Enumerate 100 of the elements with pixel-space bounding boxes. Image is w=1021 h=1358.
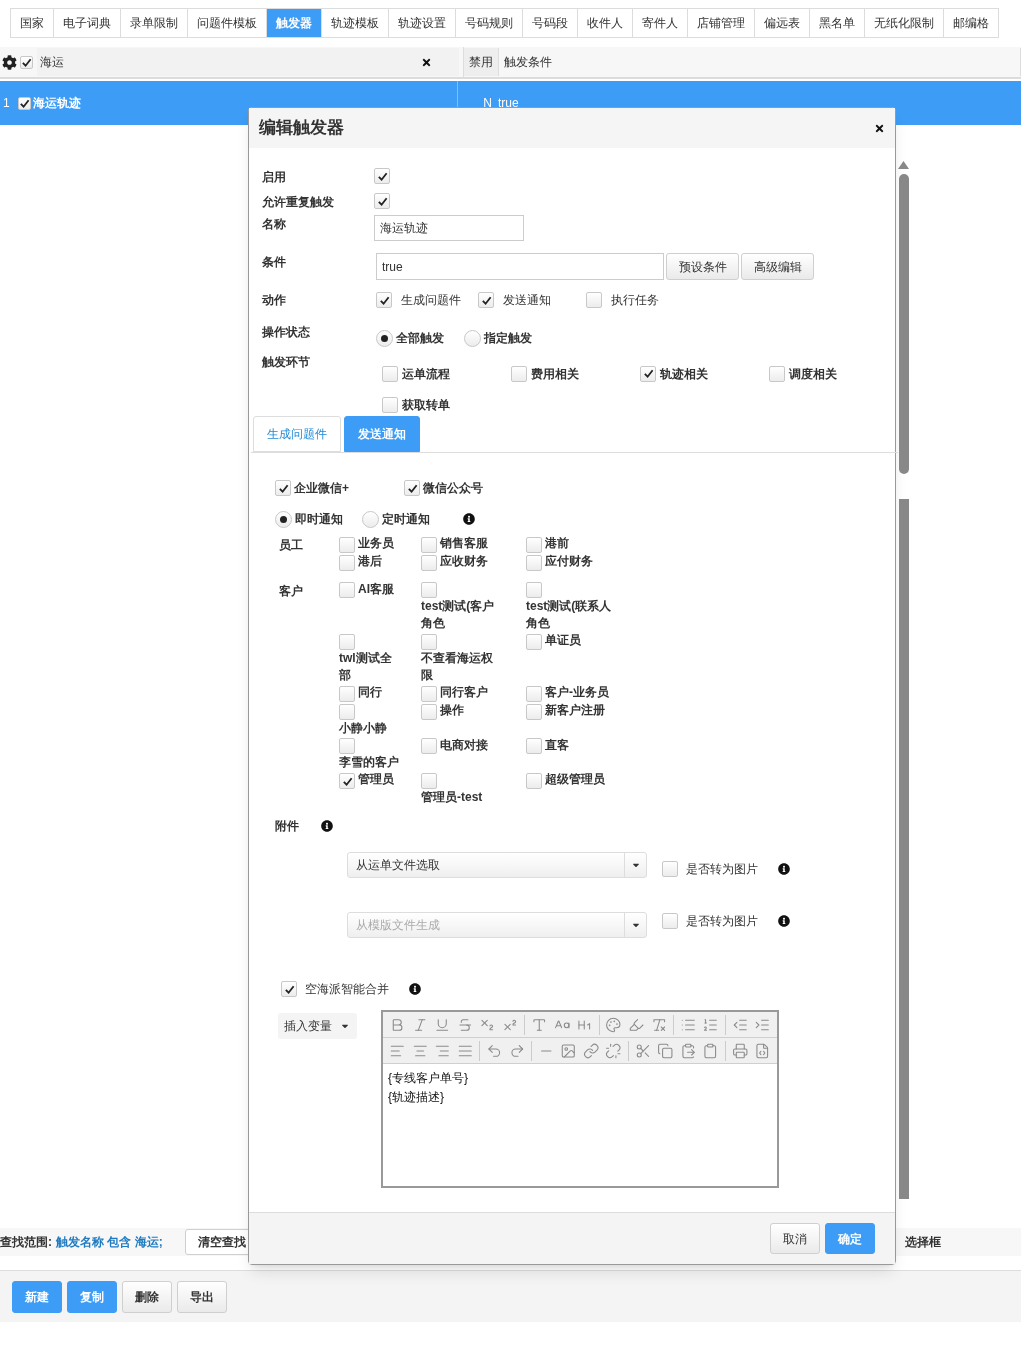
clear-icon[interactable]	[421, 56, 432, 68]
numbered-list-icon[interactable]	[702, 1016, 719, 1033]
checkbox[interactable]	[511, 365, 527, 382]
button[interactable]: 预设条件	[666, 253, 739, 280]
checkbox[interactable]	[382, 397, 398, 414]
scroll-up-icon[interactable]	[898, 160, 909, 169]
checkbox[interactable]	[421, 634, 437, 651]
tab[interactable]: 寄件人	[633, 8, 688, 38]
link-icon[interactable]	[582, 1042, 600, 1059]
checkbox[interactable]	[662, 913, 678, 930]
clear-format-icon[interactable]	[650, 1016, 668, 1033]
image-icon[interactable]	[560, 1042, 577, 1059]
checkbox[interactable]	[526, 582, 542, 599]
checkbox[interactable]	[526, 703, 542, 720]
column-header[interactable]: 禁用	[464, 48, 499, 76]
rich-text-editor[interactable]: {专线客户单号} {轨迹描述}	[381, 1010, 779, 1189]
checkbox[interactable]	[339, 703, 355, 720]
tab[interactable]: 国家	[10, 8, 54, 38]
checkbox[interactable]	[339, 738, 355, 755]
button[interactable]: 删除	[122, 1280, 172, 1313]
tab[interactable]: 无纸化限制	[865, 8, 944, 38]
redo-icon[interactable]	[508, 1042, 525, 1059]
tab[interactable]: 录单限制	[121, 8, 188, 38]
insert-variable-button[interactable]: 插入变量	[278, 1013, 357, 1040]
checkbox[interactable]	[20, 56, 33, 70]
checkbox[interactable]	[421, 703, 437, 720]
strikethrough-icon[interactable]	[456, 1016, 474, 1033]
print-icon[interactable]	[731, 1042, 749, 1059]
checkbox[interactable]	[339, 582, 355, 599]
tab[interactable]: 问题件模板	[188, 8, 267, 38]
font-family-icon[interactable]	[531, 1016, 548, 1033]
radio-button[interactable]	[376, 329, 393, 347]
button[interactable]: 取消	[770, 1223, 820, 1254]
checkbox[interactable]	[526, 634, 542, 651]
button[interactable]: 高级编辑	[741, 253, 814, 280]
checkbox[interactable]	[404, 480, 420, 496]
radio-button[interactable]	[464, 329, 481, 347]
filter-field[interactable]: 海运	[37, 48, 459, 76]
checkbox[interactable]	[339, 685, 355, 702]
radio-label: 定时通知	[382, 511, 430, 528]
checkbox-label: 空海派智能合并	[305, 981, 389, 999]
checkbox[interactable]	[421, 773, 437, 790]
radio-button[interactable]	[275, 510, 292, 528]
close-icon[interactable]	[874, 122, 885, 134]
checkbox[interactable]	[339, 773, 355, 790]
radio-button[interactable]	[362, 510, 379, 528]
checkbox[interactable]	[526, 554, 542, 571]
column-header[interactable]: 触发条件	[499, 48, 1021, 76]
checkbox[interactable]	[339, 634, 355, 651]
paste-icon[interactable]	[679, 1042, 697, 1059]
checkbox[interactable]	[421, 582, 437, 599]
dropdown[interactable]: 从运单文件选取	[347, 852, 647, 879]
checkbox[interactable]	[526, 738, 542, 755]
source-code-icon[interactable]	[754, 1042, 771, 1059]
checkbox[interactable]	[339, 554, 355, 571]
name-field[interactable]: 海运轨迹	[374, 215, 524, 241]
underline-icon[interactable]	[434, 1016, 451, 1033]
tab[interactable]: 号码规则	[456, 8, 523, 38]
settings-icon[interactable]	[2, 54, 17, 70]
checkbox[interactable]	[421, 554, 437, 571]
checkbox[interactable]	[421, 536, 437, 553]
checkbox-label: 是否转为图片	[686, 913, 758, 931]
checkbox[interactable]	[526, 685, 542, 702]
checkbox[interactable]	[662, 861, 678, 878]
checkbox[interactable]	[421, 685, 437, 702]
tab[interactable]: 邮编格	[944, 8, 999, 38]
checkbox[interactable]	[526, 773, 542, 790]
checkbox-label: 操作	[440, 701, 464, 719]
checkbox[interactable]	[339, 536, 355, 553]
checkbox[interactable]	[275, 480, 291, 496]
checkbox[interactable]	[421, 738, 437, 755]
undo-icon[interactable]	[486, 1042, 503, 1059]
checkbox[interactable]	[376, 292, 392, 308]
condition-field[interactable]: true	[376, 253, 664, 280]
checkbox[interactable]	[374, 168, 390, 184]
checkbox[interactable]	[18, 96, 31, 110]
check-icon	[642, 368, 654, 380]
scrollbar[interactable]	[898, 160, 909, 1200]
checkbox[interactable]	[769, 365, 785, 382]
tab[interactable]: 收件人	[578, 8, 633, 38]
button[interactable]: 导出	[177, 1280, 227, 1313]
checkbox[interactable]	[586, 292, 602, 308]
checkbox[interactable]	[526, 536, 542, 553]
checkbox[interactable]	[382, 365, 398, 382]
tab[interactable]: 轨迹设置	[389, 8, 456, 38]
checkbox[interactable]	[374, 193, 390, 209]
checkbox[interactable]	[281, 981, 297, 998]
unlink-icon[interactable]	[605, 1042, 622, 1059]
tab[interactable]: 电子词典	[54, 8, 121, 38]
tab[interactable]: 店铺管理	[688, 8, 755, 38]
highlight-icon[interactable]	[628, 1016, 645, 1033]
tab[interactable]: 偏远表	[755, 8, 810, 38]
tab[interactable]: 号码段	[523, 8, 578, 38]
checkbox[interactable]	[640, 365, 656, 382]
cut-icon[interactable]	[634, 1042, 652, 1059]
tab[interactable]: 黑名单	[810, 8, 865, 38]
checkbox[interactable]	[478, 292, 494, 308]
tab[interactable]: 轨迹模板	[322, 8, 389, 38]
copy-icon[interactable]	[657, 1042, 674, 1059]
tab[interactable]: 生成问题件	[253, 416, 341, 452]
